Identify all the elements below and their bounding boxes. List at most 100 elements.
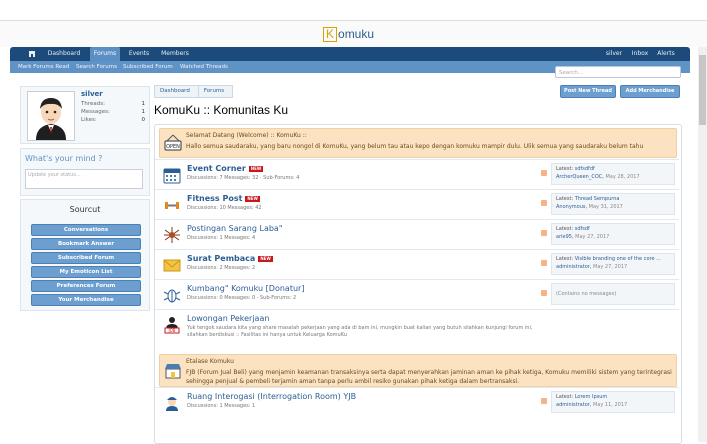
rss-icon[interactable] (541, 260, 547, 266)
latest-post[interactable]: Latest: Thread Sempurna Anonymous, May 3… (551, 193, 675, 215)
rss-icon[interactable] (541, 200, 547, 206)
logo-k: K (323, 26, 338, 42)
avatar[interactable] (27, 91, 75, 141)
shortcut-panel: Sourcut Conversations Bookmark Answer Su… (20, 199, 150, 311)
home-icon[interactable] (28, 50, 36, 58)
dumbbell-icon (165, 202, 179, 209)
subnav-watched[interactable]: Watched Threads (180, 61, 228, 73)
latest-label: Latest: (556, 166, 574, 172)
spider-icon (164, 227, 180, 243)
preferences-forum-button[interactable]: Preferences Forum (31, 280, 141, 292)
latest-post[interactable]: Latest: Lorem Ipsum administrator, May 1… (551, 391, 675, 413)
new-badge: NEW (258, 255, 273, 262)
forum-row[interactable]: Postingan Sarang Laba" Discussions: 1 Me… (155, 219, 679, 250)
latest-author[interactable]: Anonymous, (556, 204, 587, 210)
subnav-mark-read[interactable]: Mark Forums Read (18, 61, 69, 73)
latest-thread-link[interactable]: Visible branding one of the core ... (575, 256, 661, 262)
latest-date: May 11, 2017 (593, 402, 628, 408)
main-nav: Dashboard Forums Events Members silver I… (10, 47, 690, 61)
forum-title-text: Ruang Interogasi (Interrogation Room) YJ… (187, 392, 357, 401)
latest-author[interactable]: administrator, (556, 402, 591, 408)
latest-date: May 28, 2017 (605, 174, 640, 180)
forum-title[interactable]: Fitness Post NEW (187, 194, 260, 203)
scrollbar[interactable] (698, 47, 707, 442)
site-logo[interactable]: Komuku (323, 26, 374, 42)
latest-line: Latest: sdfsdfdf (556, 165, 670, 173)
latest-meta: Anonymous, May 31, 2017 (556, 203, 670, 211)
calendar-icon (163, 168, 181, 184)
tab-members[interactable]: Members (158, 47, 192, 61)
forum-stats: Discussions: 1 Messages: 1 (187, 403, 256, 409)
forum-title[interactable]: Kumbang" Komuku [Donatur] (187, 284, 304, 293)
forum-row[interactable]: JOB Lowongan Pekerjaan Yuk tengok saudar… (155, 309, 679, 352)
rss-icon[interactable] (541, 230, 547, 236)
tab-dashboard[interactable]: Dashboard (44, 47, 84, 61)
latest-thread-link[interactable]: sdfsdf (575, 226, 590, 232)
latest-author[interactable]: ArcherQueen_COC, (556, 174, 604, 180)
category-welcome[interactable]: OPEN Selamat Datang (Welcome) :: KomuKu … (159, 128, 677, 158)
latest-thread-link[interactable]: Thread Sempurna (575, 196, 620, 202)
bookmark-answer-button[interactable]: Bookmark Answer (31, 238, 141, 250)
forum-title[interactable]: Lowongan Pekerjaan (187, 314, 269, 323)
latest-label: Latest: (556, 256, 574, 262)
forum-title[interactable]: Postingan Sarang Laba" (187, 224, 283, 233)
tab-forums[interactable]: Forums (90, 47, 120, 61)
status-input[interactable]: Update your status... (25, 169, 143, 189)
forum-row[interactable]: Event Corner NEW Discussions: 7 Messages:… (155, 159, 679, 190)
latest-post[interactable]: Latest: sdfsdf arie95, May 27, 2017 (551, 223, 675, 245)
category-title: Etalase Komuku (186, 358, 234, 365)
forum-title-text: Fitness Post (187, 194, 243, 203)
latest-author[interactable]: administrator, (556, 264, 591, 270)
rss-icon[interactable] (541, 398, 547, 404)
latest-meta: ArcherQueen_COC, May 28, 2017 (556, 173, 670, 181)
latest-label: Latest: (556, 196, 574, 202)
forum-stats: Discussions: 10 Messages: 42 (187, 205, 262, 211)
your-merchandise-button[interactable]: Your Merchandise (31, 294, 141, 306)
forum-title[interactable]: Event Corner NEW (187, 164, 264, 173)
latest-thread-link[interactable]: Lorem Ipsum (575, 394, 608, 400)
add-merchandise-button[interactable]: Add Merchandise (620, 85, 680, 98)
latest-author[interactable]: arie95, (556, 234, 574, 240)
latest-post[interactable]: Latest: sdfsdfdf ArcherQueen_COC, May 28… (551, 163, 675, 185)
page-title: KomuKu :: Komunitas Ku (154, 103, 289, 117)
emoticon-list-button[interactable]: My Emoticon List (31, 266, 141, 278)
subscribed-forum-button[interactable]: Subscribed Forum (31, 252, 141, 264)
latest-date: May 31, 2017 (588, 204, 623, 210)
latest-line: Latest: Visible branding one of the core… (556, 255, 670, 263)
forum-title-text: Event Corner (187, 164, 246, 173)
conversations-button[interactable]: Conversations (31, 224, 141, 236)
forum-title-text: Surat Pembaca (187, 254, 256, 263)
inbox-link[interactable]: Inbox (628, 47, 652, 61)
rss-icon[interactable] (541, 170, 547, 176)
breadcrumb-dashboard[interactable]: Dashboard (154, 85, 199, 98)
category-desc: FJB (Forum Jual Beli) yang menjamin keam… (186, 369, 672, 385)
latest-thread-link[interactable]: sdfsdfdf (575, 166, 595, 172)
stat-label: Threads: (81, 101, 105, 107)
subnav-subscribed[interactable]: Subscribed Forum (123, 61, 173, 73)
forum-row[interactable]: Surat Pembaca NEW Discussions: 2 Messages… (155, 249, 679, 280)
scrollbar-thumb[interactable] (699, 55, 706, 125)
tab-events[interactable]: Events (126, 47, 152, 61)
rss-icon[interactable] (541, 290, 547, 296)
forum-title-text: Lowongan Pekerjaan (187, 314, 270, 323)
forum-title-text: Kumbang" Komuku [Donatur] (187, 284, 305, 293)
forum-stats: Discussions: 0 Messages: 0 · Sub-Forums:… (187, 295, 297, 301)
forum-title[interactable]: Surat Pembaca NEW (187, 254, 273, 263)
breadcrumb-forums[interactable]: Forums (197, 85, 234, 98)
alerts-link[interactable]: Alerts (654, 47, 678, 61)
stat-label: Likes: (81, 117, 97, 123)
search-input[interactable]: Search... (555, 66, 681, 78)
subnav-search[interactable]: Search Forums (76, 61, 117, 73)
forum-title[interactable]: Ruang Interogasi (Interrogation Room) YJ… (187, 392, 356, 401)
forum-row[interactable]: Fitness Post NEW Discussions: 10 Messages… (155, 189, 679, 220)
stat-likes: Likes: 0 (81, 117, 145, 123)
browser-top (0, 0, 707, 21)
forum-row[interactable]: Kumbang" Komuku [Donatur] Discussions: 0… (155, 279, 679, 310)
post-new-thread-button[interactable]: Post New Thread (560, 85, 616, 98)
user-menu[interactable]: silver (602, 47, 626, 61)
category-etalase[interactable]: Etalase Komuku FJB (Forum Jual Beli) yan… (159, 354, 677, 387)
latest-post[interactable]: Latest: Visible branding one of the core… (551, 253, 675, 275)
forum-row[interactable]: Ruang Interogasi (Interrogation Room) YJ… (155, 387, 679, 418)
profile-username[interactable]: silver (81, 90, 103, 98)
logo-text: omuku (338, 27, 375, 41)
